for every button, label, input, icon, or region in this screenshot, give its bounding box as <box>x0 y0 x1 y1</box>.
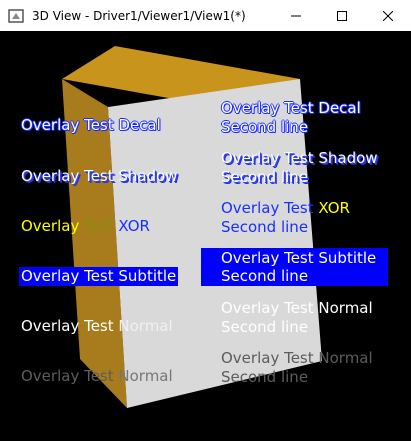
left-subtitle-label: Overlay Test Subtitle <box>19 267 179 286</box>
3d-viewport[interactable]: Overlay Test Decal Overlay Test Shadow O… <box>0 31 411 441</box>
left-normal-gray-part1: Overlay Test <box>21 367 114 385</box>
left-normal-gray-part2: Normal <box>113 367 173 385</box>
right-xor-line1a: Overlay Test <box>221 199 314 217</box>
right-normal-line2: Second line <box>221 318 309 336</box>
left-xor-part1: Overlay <box>21 217 80 235</box>
left-normal-part1: Overlay Test <box>21 317 114 335</box>
left-shadow-label: Overlay Test Shadow <box>21 167 178 185</box>
title-bar[interactable]: 3D View - Driver1/Viewer1/View1(*) <box>0 0 411 31</box>
right-normal-gray-line2: Second line <box>221 368 309 386</box>
maximize-button[interactable] <box>319 0 365 31</box>
left-xor-label: Overlay Test XOR <box>21 217 150 236</box>
window-title: 3D View - Driver1/Viewer1/View1(*) <box>32 8 246 23</box>
right-normal-line1: Overlay Test Normal <box>221 299 373 317</box>
right-xor-line1: Overlay Test XOR <box>221 199 350 218</box>
window-controls <box>273 0 411 31</box>
close-button[interactable] <box>365 0 411 31</box>
minimize-icon <box>291 15 301 16</box>
left-decal-label: Overlay Test Decal <box>21 116 161 134</box>
left-normal-label: Overlay Test Normal <box>21 317 173 336</box>
left-normal-part2: Normal <box>113 317 173 335</box>
right-shadow-line1: Overlay Test Shadow <box>221 149 378 167</box>
minimize-button[interactable] <box>273 0 319 31</box>
close-icon <box>383 10 393 21</box>
right-normal-gray-line1: Overlay Test Normal <box>221 349 373 367</box>
maximize-icon <box>337 10 347 21</box>
app-icon <box>8 8 24 23</box>
right-xor-line2: Second line <box>221 218 309 236</box>
right-decal-line2: Second line <box>221 118 309 136</box>
left-xor-part3: XOR <box>113 217 150 235</box>
right-subtitle-line2: Second line <box>221 267 309 285</box>
left-xor-part2: Test <box>79 217 114 235</box>
left-normal-gray-label: Overlay Test Normal <box>21 367 173 386</box>
right-shadow-line2: Second line <box>221 168 309 186</box>
right-xor-line1b: XOR <box>313 199 350 217</box>
right-decal-line1: Overlay Test Decal <box>221 99 361 117</box>
right-subtitle-line1: Overlay Test Subtitle <box>221 249 377 267</box>
viewer-window: 3D View - Driver1/Viewer1/View1(*) Overl… <box>0 0 411 441</box>
